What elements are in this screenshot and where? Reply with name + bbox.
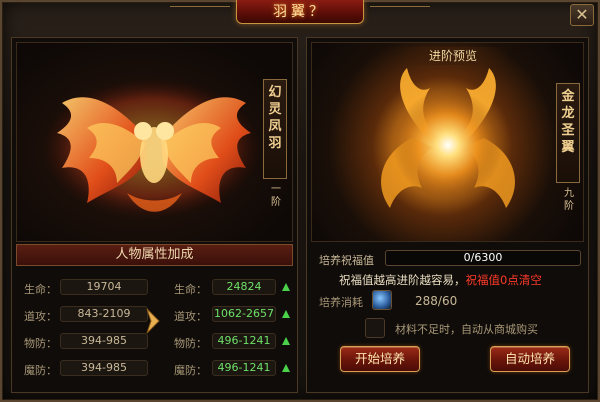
increase-arrow-icon: [282, 283, 290, 291]
preview-wing-stage: 九阶: [564, 188, 574, 212]
close-icon: ✕: [575, 5, 589, 24]
increase-arrow-icon: [282, 337, 290, 345]
bless-tip-warning: 祝福值0点清空: [465, 273, 542, 287]
attr-label-attack: 道攻：: [24, 310, 57, 323]
attr-label-hp: 生命：: [24, 283, 57, 296]
close-button[interactable]: ✕: [570, 4, 594, 26]
auto-buy-checkbox[interactable]: [365, 318, 385, 338]
attr-current-mdef: 394-985: [60, 360, 148, 376]
increase-arrow-icon: [282, 310, 290, 318]
attr-label-attack-next: 道攻：: [174, 310, 207, 323]
bless-tip: 祝福值越高进阶越容易，祝福值0点清空: [339, 272, 542, 288]
attribute-bonus-header: 人物属性加成: [16, 244, 293, 266]
attr-current-attack: 843-2109: [60, 306, 148, 322]
attr-next-mdef: 496-1241: [212, 360, 276, 376]
phoenix-wing-image: [42, 78, 262, 218]
title-ornament-left: [170, 6, 230, 16]
attr-label-pdef: 物防：: [24, 337, 57, 350]
current-wing-panel: 幻灵凤羽 一阶 人物属性加成 生命： 19704 生命： 24824 道攻： 8…: [11, 37, 298, 393]
current-wing-stage: 一阶: [271, 184, 281, 208]
auto-cultivate-button[interactable]: 自动培养: [490, 346, 570, 372]
cost-value: 288/60: [415, 294, 458, 308]
cost-label: 培养消耗: [319, 296, 363, 309]
title-ornament-right: [370, 6, 430, 16]
bless-tip-normal: 祝福值越高进阶越容易，: [339, 273, 466, 287]
attr-label-mdef: 魔防：: [24, 364, 57, 377]
preview-banner: 进阶预览: [398, 47, 508, 65]
upgrade-chevron-icon: [146, 308, 160, 334]
attr-label-pdef-next: 物防：: [174, 337, 207, 350]
bless-progress-bar: 0/6300: [385, 250, 581, 266]
attr-next-hp: 24824: [212, 279, 276, 295]
attr-current-pdef: 394-985: [60, 333, 148, 349]
auto-buy-text: 材料不足时，自动从商城购买: [395, 323, 538, 336]
preview-wing-display: 进阶预览 金龙圣翼 九阶: [311, 42, 584, 242]
current-wing-name-plate: 幻灵凤羽: [263, 79, 287, 179]
golden-dragon-wing-image: [381, 68, 515, 208]
increase-arrow-icon: [282, 364, 290, 372]
start-cultivate-button[interactable]: 开始培养: [340, 346, 420, 372]
upgrade-panel: 进阶预览 金龙圣翼 九阶 培养祝福值 0/6300 祝福值越高进阶越容易，祝福值…: [306, 37, 589, 393]
current-wing-name: 幻灵凤羽: [268, 85, 282, 151]
attr-label-hp-next: 生命：: [174, 283, 207, 296]
preview-wing-name: 金龙圣翼: [561, 89, 575, 155]
bless-progress-text: 0/6300: [463, 251, 503, 264]
attr-current-hp: 19704: [60, 279, 148, 295]
attr-next-pdef: 496-1241: [212, 333, 276, 349]
current-wing-display: 幻灵凤羽 一阶: [16, 42, 293, 242]
blue-gem-icon[interactable]: [372, 290, 392, 310]
attr-label-mdef-next: 魔防：: [174, 364, 207, 377]
window-title: 羽翼？: [273, 4, 327, 20]
preview-wing-name-plate: 金龙圣翼: [556, 83, 580, 183]
bless-label: 培养祝福值: [319, 254, 374, 267]
window-title-plate: 羽翼？: [236, 0, 364, 24]
attr-next-attack: 1062-2657: [212, 306, 276, 322]
